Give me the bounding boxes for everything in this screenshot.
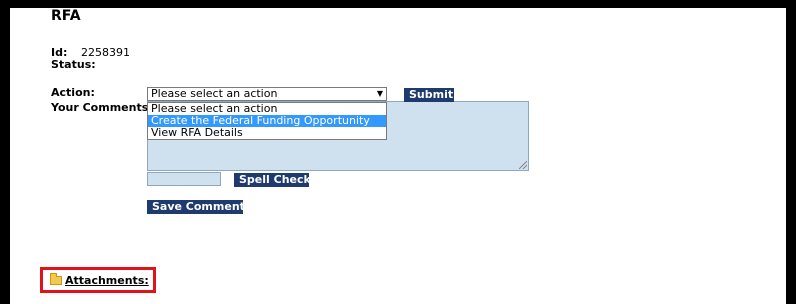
action-select[interactable]: Please select an action ▼ bbox=[147, 87, 387, 101]
spell-check-input[interactable] bbox=[147, 172, 221, 186]
window-right-border bbox=[786, 0, 796, 304]
spell-check-button[interactable]: Spell Check bbox=[234, 173, 311, 187]
comments-label: Your Comments: bbox=[51, 101, 153, 114]
submit-button[interactable]: Submit bbox=[404, 88, 454, 102]
status-label: Status: bbox=[51, 58, 96, 71]
resize-grip-icon[interactable] bbox=[519, 161, 527, 169]
action-label: Action: bbox=[51, 86, 95, 99]
folder-icon bbox=[50, 273, 62, 285]
save-comment-button[interactable]: Save Comment bbox=[147, 200, 245, 214]
action-select-value: Please select an action bbox=[151, 87, 278, 100]
page-title: RFA bbox=[51, 8, 81, 24]
window-left-border bbox=[0, 0, 10, 304]
action-dropdown-list: Please select an action Create the Feder… bbox=[147, 102, 387, 140]
dropdown-option-view-rfa[interactable]: View RFA Details bbox=[148, 127, 386, 139]
window-top-border bbox=[0, 0, 796, 8]
attachments-link[interactable]: Attachments: bbox=[65, 274, 149, 287]
caret-down-icon: ▼ bbox=[376, 89, 383, 98]
